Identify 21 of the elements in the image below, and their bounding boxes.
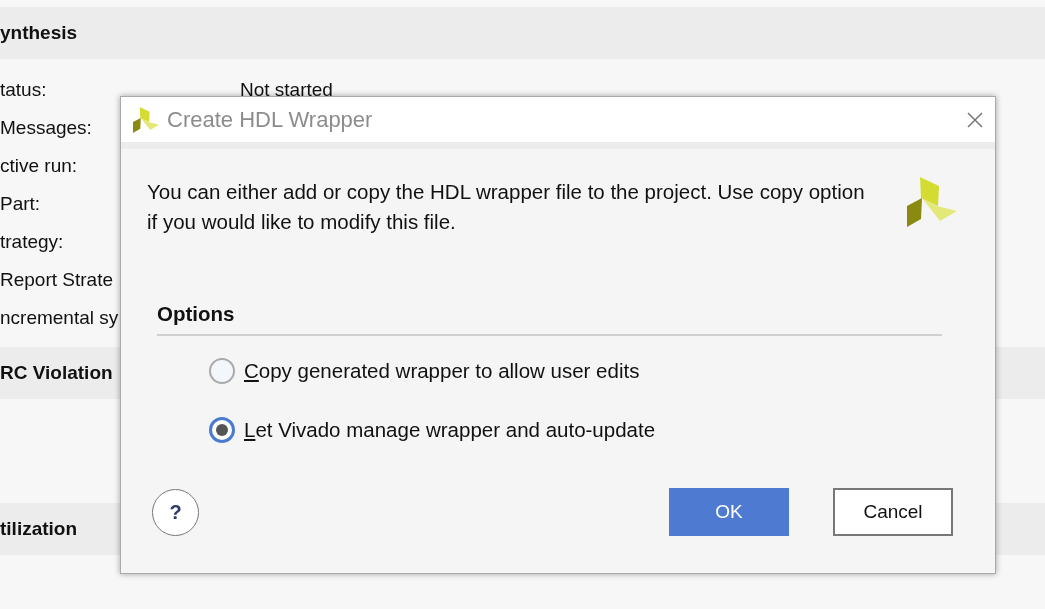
field-label: Report Strate — [0, 267, 113, 292]
field-value: Not started — [240, 77, 333, 102]
close-icon[interactable] — [967, 111, 983, 128]
radio-option[interactable]: Copy generated wrapper to allow user edits — [209, 355, 995, 387]
section-title: tilization — [0, 516, 78, 541]
section-title: RC Violation — [0, 360, 113, 385]
field-label: trategy: — [0, 229, 64, 254]
dialog-message: You can either add or copy the HDL wrapper file to the project. Use copy option if you would like to modify this file. — [147, 179, 866, 235]
field-label: Messages: — [0, 115, 92, 140]
ok-button[interactable]: OK — [669, 488, 789, 536]
field-label: ctive run: — [0, 153, 78, 178]
dialog-title: Create HDL Wrapper — [167, 106, 374, 134]
logo-icon — [133, 106, 159, 133]
section-title: ynthesis — [0, 20, 78, 45]
field-label: ncremental sy — [0, 305, 119, 330]
field-label: tatus: — [0, 77, 47, 102]
help-button[interactable]: ? — [152, 488, 199, 536]
radio-option[interactable]: Let Vivado manage wrapper and auto-update — [209, 414, 995, 446]
field-label: Part: — [0, 191, 41, 216]
cancel-button[interactable]: Cancel — [833, 488, 953, 536]
options-heading: Options — [157, 302, 235, 325]
